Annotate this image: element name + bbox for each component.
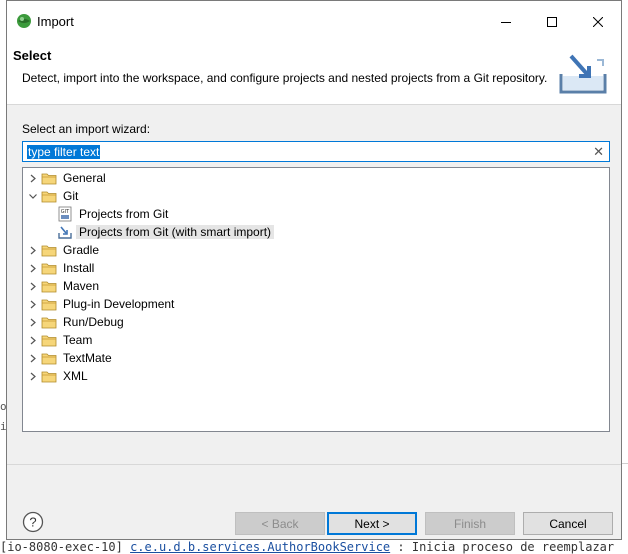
tree-item-run-debug[interactable]: Run/Debug [23,313,609,331]
title-bar[interactable]: Import [7,1,621,42]
folder-icon [41,296,57,312]
chevron-right-icon[interactable] [27,368,39,384]
git-repo-icon: GIT [57,206,73,222]
tree-item-label: Maven [63,279,100,293]
tree-item-label: Run/Debug [63,315,124,329]
wizard-list-label: Select an import wizard: [22,122,151,136]
tree-item-team[interactable]: Team [23,331,609,349]
chevron-right-icon[interactable] [27,170,39,186]
console-link[interactable]: c.e.u.d.b.services.AuthorBookService [130,540,390,554]
svg-text:?: ? [29,515,36,530]
smart-import-icon [57,224,73,240]
tree-item-label: Team [63,333,93,347]
tree-item-label: Install [63,261,95,275]
chevron-right-icon[interactable] [27,278,39,294]
chevron-down-icon[interactable] [27,188,39,204]
tree-item-install[interactable]: Install [23,259,609,277]
page-description: Detect, import into the workspace, and c… [22,71,548,85]
chevron-right-icon[interactable] [27,314,39,330]
folder-icon [41,242,57,258]
wizard-header: Select Detect, import into the workspace… [7,42,621,105]
folder-icon [41,314,57,330]
maximize-button[interactable] [529,1,575,42]
filter-input[interactable]: type filter text ✕ [22,141,610,162]
close-button[interactable] [575,1,621,42]
import-dialog: Import Select Detect, import into the wo… [6,0,622,540]
eclipse-app-icon [17,14,31,28]
tree-item-projects-from-git[interactable]: GIT Projects from Git [23,205,609,223]
folder-icon [41,368,57,384]
tree-item-label: Projects from Git (with smart import) [76,225,275,239]
tree-item-label: TextMate [63,351,112,365]
minimize-button[interactable] [483,1,529,42]
maximize-icon [547,16,557,27]
help-icon[interactable]: ? [22,511,44,533]
minimize-icon [501,21,511,23]
chevron-right-icon[interactable] [27,296,39,312]
tree-item-label: Projects from Git [79,207,169,221]
tree-item-label: XML [63,369,88,383]
tree-item-projects-from-git-with-smart-import[interactable]: Projects from Git (with smart import) [23,223,609,241]
tree-item-label: Git [63,189,79,203]
page-title: Select [13,48,52,63]
chevron-right-icon[interactable] [27,350,39,366]
clear-icon[interactable]: ✕ [593,144,604,159]
next-button[interactable]: Next > [327,512,417,535]
folder-icon [41,170,57,186]
chevron-right-icon[interactable] [27,332,39,348]
svg-text:GIT: GIT [61,209,70,215]
tree-item-label: Gradle [63,243,100,257]
tree-item-xml[interactable]: XML [23,367,609,385]
filter-text: type filter text [27,145,101,159]
wizard-tree[interactable]: General Git GIT Projects from Git Projects f… [22,167,610,432]
ide-console-line: [io-8080-exec-10] c.e.u.d.b.services.Aut… [0,540,628,554]
cancel-button[interactable]: Cancel [523,512,613,535]
folder-icon [41,188,57,204]
folder-icon [41,350,57,366]
folder-icon [41,332,57,348]
tree-item-label: General [63,171,106,185]
chevron-right-icon[interactable] [27,242,39,258]
folder-icon [41,278,57,294]
tree-item-plug-in-development[interactable]: Plug-in Development [23,295,609,313]
close-icon [593,16,603,27]
tree-item-general[interactable]: General [23,169,609,187]
tree-item-gradle[interactable]: Gradle [23,241,609,259]
folder-icon [41,260,57,276]
back-button[interactable]: < Back [235,512,325,535]
finish-button[interactable]: Finish [425,512,515,535]
tree-item-label: Plug-in Development [63,297,175,311]
tree-item-git[interactable]: Git [23,187,609,205]
window-title: Import [37,14,74,29]
button-bar-separator [7,464,621,465]
chevron-right-icon[interactable] [27,260,39,276]
tree-item-maven[interactable]: Maven [23,277,609,295]
console-text: : Inicia proceso de reemplazar [397,540,615,554]
import-banner-icon [559,54,607,94]
console-text: [io-8080-exec-10] [0,540,123,554]
tree-item-textmate[interactable]: TextMate [23,349,609,367]
